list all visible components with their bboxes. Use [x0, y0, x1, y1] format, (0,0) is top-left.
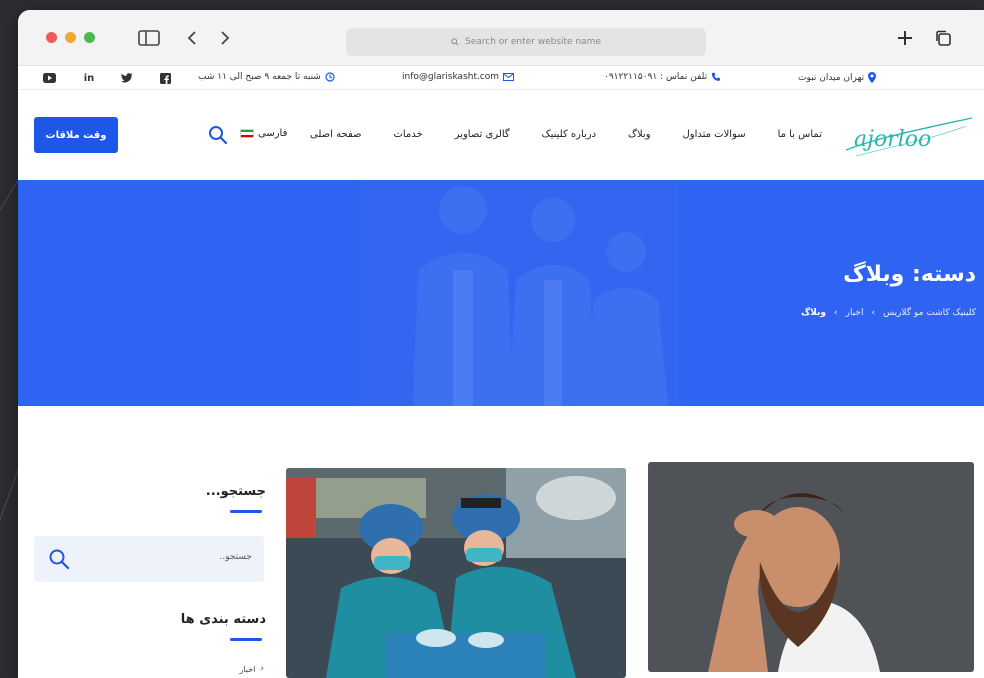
- address-bar[interactable]: Search or enter website name: [346, 28, 706, 56]
- surgery-photo: [286, 468, 626, 678]
- address-bar-placeholder: Search or enter website name: [465, 37, 601, 47]
- breadcrumb: کلینیک کاشت مو گلاریس › اخبار › وبلاگ: [801, 308, 976, 318]
- hero-banner: دسته: وبلاگ کلینیک کاشت مو گلاریس › اخبا…: [18, 180, 984, 406]
- sidebar-toggle-icon[interactable]: [138, 28, 160, 48]
- phone-icon: [712, 72, 721, 81]
- location-pin-icon: [868, 72, 877, 83]
- nav-item-contact[interactable]: تماس با ما: [778, 129, 822, 140]
- youtube-icon[interactable]: [42, 71, 56, 85]
- browser-toolbar: Search or enter website name: [18, 10, 984, 66]
- appointment-button[interactable]: وقت ملاقات: [34, 117, 118, 153]
- maximize-window-button[interactable]: [84, 32, 95, 43]
- nav-item-about[interactable]: درباره کلینیک: [542, 129, 596, 140]
- iran-flag-icon: [240, 129, 254, 138]
- working-hours: شنبه تا جمعه ۹ صبح الی ۱۱ شب: [198, 72, 321, 82]
- chevron-left-icon: ›: [834, 308, 838, 318]
- nav-item-services[interactable]: خدمات: [393, 129, 422, 140]
- main-navigation: وقت ملاقات فارسی صفحه اصلی خدمات گالری ت…: [18, 90, 984, 180]
- categories-title: دسته بندی ها: [180, 612, 266, 627]
- email-icon: [503, 73, 515, 81]
- contact-info-bar: in شنبه تا جمعه ۹ صبح الی ۱۱ شب info@gla…: [18, 66, 984, 90]
- breadcrumb-item-current: وبلاگ: [800, 308, 826, 318]
- clock-icon: [325, 72, 335, 82]
- post-thumbnail-surgery[interactable]: [286, 468, 626, 678]
- search-icon[interactable]: [208, 125, 228, 145]
- search-input[interactable]: جستجو..: [220, 552, 253, 562]
- page-title: دسته: وبلاگ: [843, 262, 976, 287]
- category-item-news[interactable]: ‹ اخبار: [240, 664, 265, 674]
- category-label: اخبار: [239, 664, 256, 674]
- email-address[interactable]: info@glariskasht.com: [402, 72, 499, 82]
- title-underline: [230, 510, 262, 513]
- search-icon: [451, 38, 459, 46]
- tab-overview-icon[interactable]: [932, 28, 954, 48]
- forward-icon[interactable]: [214, 28, 236, 48]
- twitter-icon[interactable]: [120, 71, 134, 85]
- nav-item-faq[interactable]: سوالات متداول: [683, 129, 746, 140]
- nav-menu: صفحه اصلی خدمات گالری تصاویر درباره کلین…: [310, 129, 822, 140]
- post-thumbnail-hair-loss[interactable]: [648, 462, 974, 672]
- language-selector[interactable]: فارسی: [240, 128, 287, 139]
- breadcrumb-item-news[interactable]: اخبار: [846, 308, 864, 318]
- close-window-button[interactable]: [46, 32, 57, 43]
- search-widget-title: جستجو...: [205, 484, 266, 499]
- chevron-left-icon: ‹: [260, 664, 264, 674]
- nav-item-home[interactable]: صفحه اصلی: [310, 129, 361, 140]
- browser-window: Search or enter website name in شنبه تا …: [18, 10, 984, 678]
- site-logo[interactable]: ajorloo: [836, 108, 976, 168]
- linkedin-icon[interactable]: in: [82, 71, 96, 85]
- logo-text: ajorloo: [854, 127, 931, 152]
- nav-item-blog[interactable]: وبلاگ: [628, 129, 651, 140]
- facebook-icon[interactable]: [158, 71, 172, 85]
- language-label: فارسی: [258, 128, 288, 139]
- nav-item-gallery[interactable]: گالری تصاویر: [455, 129, 510, 140]
- title-underline: [230, 638, 262, 641]
- phone-number[interactable]: تلفن تماس : ۰۹۱۲۲۱۱۵۰۹۱: [604, 72, 707, 82]
- doctors-background-image: [358, 180, 678, 406]
- sidebar-search-box[interactable]: جستجو..: [34, 536, 264, 582]
- minimize-window-button[interactable]: [65, 32, 76, 43]
- chevron-left-icon: ›: [871, 308, 876, 318]
- back-icon[interactable]: [181, 28, 203, 48]
- search-icon[interactable]: [48, 548, 70, 570]
- main-content: جستجو... جستجو.. دسته بندی ها ‹ اخبار: [18, 406, 984, 678]
- breadcrumb-item-home[interactable]: کلینیک کاشت مو گلاریس: [883, 308, 976, 318]
- address: تهران میدان نبوت: [798, 72, 865, 83]
- new-tab-icon[interactable]: [894, 28, 916, 48]
- bearded-man-photo: [648, 462, 974, 672]
